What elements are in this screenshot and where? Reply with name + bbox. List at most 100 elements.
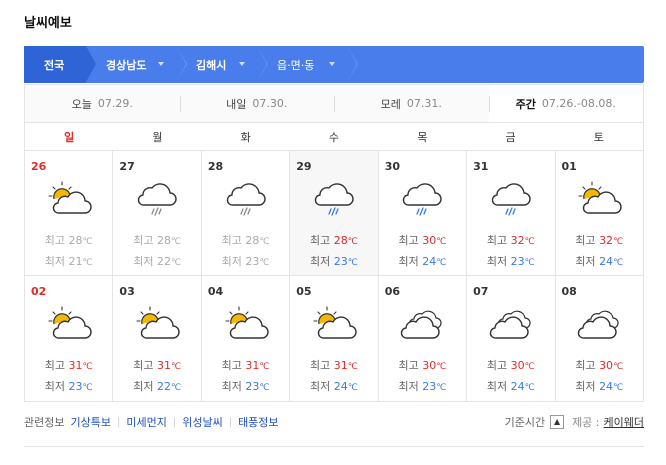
day-date: 05 xyxy=(296,285,312,298)
low-label: 최저 xyxy=(310,255,331,268)
unit: ℃ xyxy=(613,362,624,372)
weekday-header: 일 월 화 수 목 금 토 xyxy=(25,123,643,151)
low-label: 최저 xyxy=(44,380,66,393)
low-temp: 22 xyxy=(156,380,171,393)
region-city-dropdown[interactable]: 김해시 xyxy=(176,46,268,83)
low-temp-line: 최저 23℃ xyxy=(202,377,289,398)
caret-down-icon xyxy=(329,62,335,66)
low-temp-line: 최저 23℃ xyxy=(202,252,289,273)
day-cell[interactable]: 26 최고 28℃ 최저 21℃ xyxy=(25,151,114,275)
tab-label: 오늘 xyxy=(71,97,92,111)
day-cell[interactable]: 07 최고 30℃ 최저 24℃ xyxy=(467,276,556,401)
partly-cloudy-icon xyxy=(133,304,181,344)
unit: ℃ xyxy=(259,237,270,247)
high-temp: 31 xyxy=(68,359,83,372)
temperature-range: 최고 28℃ 최저 23℃ xyxy=(202,231,289,273)
unit: ℃ xyxy=(259,258,270,268)
high-label: 최고 xyxy=(398,234,419,247)
tab-day-after-tomorrow[interactable]: 모레 07.31. xyxy=(334,85,489,122)
cloudy-icon xyxy=(575,304,623,344)
day-cell[interactable]: 08 최고 30℃ 최저 24℃ xyxy=(556,276,643,401)
unit: ℃ xyxy=(436,237,447,247)
tab-date: 07.31. xyxy=(406,97,442,110)
day-date: 07 xyxy=(473,285,489,298)
high-temp: 30 xyxy=(599,359,614,372)
day-cell[interactable]: 27 최고 28℃ 최저 22℃ xyxy=(113,151,202,275)
high-label: 최고 xyxy=(575,359,596,372)
related-info-label: 관련정보 xyxy=(24,416,65,429)
unit: ℃ xyxy=(524,258,535,268)
day-date: 04 xyxy=(207,285,224,298)
tab-weekly[interactable]: 주간 07.26.-08.08. xyxy=(488,85,643,122)
region-nationwide[interactable]: 전국 xyxy=(24,46,96,83)
unit: ℃ xyxy=(82,383,93,393)
tab-tomorrow[interactable]: 내일 07.30. xyxy=(179,85,335,122)
region-province-dropdown[interactable]: 경상남도 xyxy=(86,46,187,83)
partly-cloudy-icon xyxy=(45,179,93,219)
high-label: 최고 xyxy=(398,359,419,372)
link-weather-warning[interactable]: 기상특보 xyxy=(70,414,110,430)
high-temp-line: 최고 30℃ xyxy=(379,231,466,252)
low-label: 최저 xyxy=(575,380,596,393)
temperature-range: 최고 31℃ 최저 23℃ xyxy=(202,356,289,398)
link-satellite[interactable]: 위성날씨 xyxy=(182,414,222,430)
day-cell[interactable]: 03 최고 31℃ 최저 22℃ xyxy=(113,276,202,401)
tab-date: 07.26.-08.08. xyxy=(541,97,616,110)
low-label: 최저 xyxy=(486,255,508,268)
caret-down-icon xyxy=(158,62,164,66)
region-label: 읍·면·동 xyxy=(277,58,315,72)
tab-label: 주간 xyxy=(515,97,536,111)
low-temp: 23 xyxy=(422,380,437,393)
day-date: 29 xyxy=(296,160,312,173)
tab-date: 07.30. xyxy=(252,97,288,110)
tab-today[interactable]: 오늘 07.29. xyxy=(25,85,180,122)
low-label: 최저 xyxy=(133,255,154,268)
low-temp-line: 최저 21℃ xyxy=(25,252,112,273)
link-typhoon[interactable]: 태풍정보 xyxy=(238,414,278,430)
day-cell[interactable]: 06 최고 30℃ 최저 23℃ xyxy=(379,276,468,401)
high-label: 최고 xyxy=(44,359,66,372)
low-temp-line: 최저 23℃ xyxy=(25,377,112,398)
weekday-thu: 목 xyxy=(417,130,428,144)
unit: ℃ xyxy=(170,362,182,372)
high-label: 최고 xyxy=(310,234,331,247)
unit: ℃ xyxy=(82,237,93,247)
caret-down-icon xyxy=(239,62,245,66)
high-label: 최고 xyxy=(575,234,596,247)
day-cell[interactable]: 05 최고 31℃ 최저 24℃ xyxy=(290,276,379,401)
high-temp-line: 최고 31℃ xyxy=(290,356,377,377)
region-label: 경상남도 xyxy=(106,58,147,72)
high-temp: 30 xyxy=(422,234,437,247)
unit: ℃ xyxy=(347,258,358,268)
chevron-up-icon[interactable]: ▲ xyxy=(550,415,565,429)
day-cell[interactable]: 01 최고 32℃ 최저 24℃ xyxy=(556,151,643,275)
day-date: 08 xyxy=(561,285,577,298)
day-cell[interactable]: 02 최고 31 ℃ 최저 23℃ xyxy=(25,276,114,401)
partly-cloudy-icon xyxy=(45,304,93,344)
low-label: 최저 xyxy=(221,380,242,393)
high-label: 최고 xyxy=(486,359,508,372)
link-fine-dust[interactable]: 미세먼지 xyxy=(126,414,166,430)
day-cell[interactable]: 31 최고 32℃ 최저 23℃ xyxy=(467,151,556,275)
temperature-range: 최고 30℃ 최저 24℃ xyxy=(556,356,643,398)
high-temp-line: 최고 28℃ xyxy=(290,231,377,252)
day-date: 02 xyxy=(31,285,47,298)
region-town-dropdown[interactable]: 읍·면·동 xyxy=(257,46,358,83)
partly-cloudy-icon xyxy=(222,304,270,344)
day-cell[interactable]: 30 최고 30℃ 최저 24℃ xyxy=(379,151,468,275)
low-temp: 23 xyxy=(245,380,260,393)
day-date: 06 xyxy=(384,285,400,298)
unit: ℃ xyxy=(170,237,182,247)
day-cell[interactable]: 28 최고 28℃ 최저 23℃ xyxy=(202,151,291,275)
provider-link[interactable]: 케이웨더 xyxy=(604,414,644,430)
day-cell[interactable]: 04 최고 31℃ 최저 23℃ xyxy=(202,276,291,401)
unit: ℃ xyxy=(524,383,535,393)
weekday-wed: 수 xyxy=(328,130,340,144)
partly-cloudy-icon xyxy=(575,179,623,219)
weekday-tue: 화 xyxy=(240,130,251,144)
unit: ℃ xyxy=(347,237,358,247)
low-temp: 21 xyxy=(68,255,83,268)
day-cell[interactable]: 29 최고 28℃ 최저 23℃ xyxy=(290,151,379,275)
high-temp: 31 xyxy=(245,359,260,372)
tab-date: 07.29. xyxy=(97,97,133,110)
